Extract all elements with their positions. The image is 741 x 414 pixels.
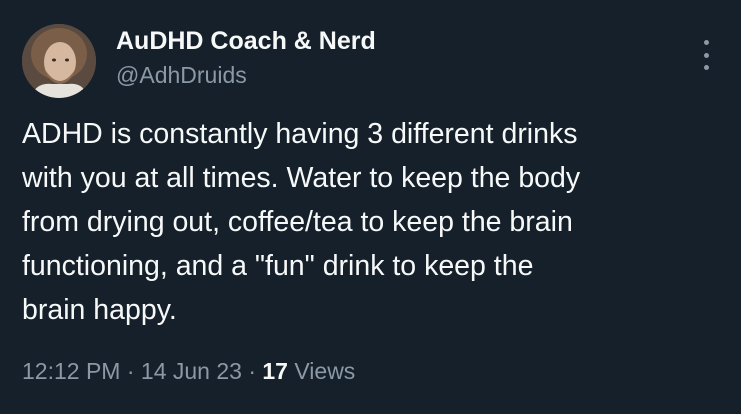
- tweet-text-line: brain happy.: [22, 294, 177, 326]
- more-dot: [703, 65, 709, 70]
- tweet-text-line: ADHD is constantly having 3 different dr…: [22, 118, 578, 150]
- author-block: AuDHD Coach & Nerd @AdhDruids: [116, 26, 376, 90]
- avatar-image: [22, 24, 96, 98]
- views-count[interactable]: 17: [262, 358, 288, 384]
- views-label: Views: [294, 358, 356, 384]
- meta-separator: ·: [248, 358, 256, 384]
- avatar[interactable]: [22, 24, 96, 98]
- tweet-text-line: from drying out, coffee/tea to keep the …: [22, 206, 573, 238]
- author-display-name[interactable]: AuDHD Coach & Nerd: [116, 26, 376, 56]
- more-options-icon[interactable]: [701, 40, 711, 70]
- tweet-date[interactable]: 14 Jun 23: [141, 358, 242, 384]
- more-dot: [703, 40, 709, 45]
- tweet-meta: 12:12 PM · 14 Jun 23 · 17 Views: [22, 356, 355, 386]
- tweet-card: AuDHD Coach & Nerd @AdhDruids ADHD is co…: [0, 0, 741, 414]
- author-handle[interactable]: @AdhDruids: [116, 60, 376, 90]
- tweet-time[interactable]: 12:12 PM: [22, 358, 120, 384]
- meta-separator: ·: [126, 358, 135, 384]
- more-dot: [703, 52, 709, 58]
- tweet-text: ADHD is constantly having 3 different dr…: [22, 112, 722, 332]
- tweet-text-line: functioning, and a "fun" drink to keep t…: [22, 250, 534, 282]
- tweet-text-line: with you at all times. Water to keep the…: [22, 162, 581, 194]
